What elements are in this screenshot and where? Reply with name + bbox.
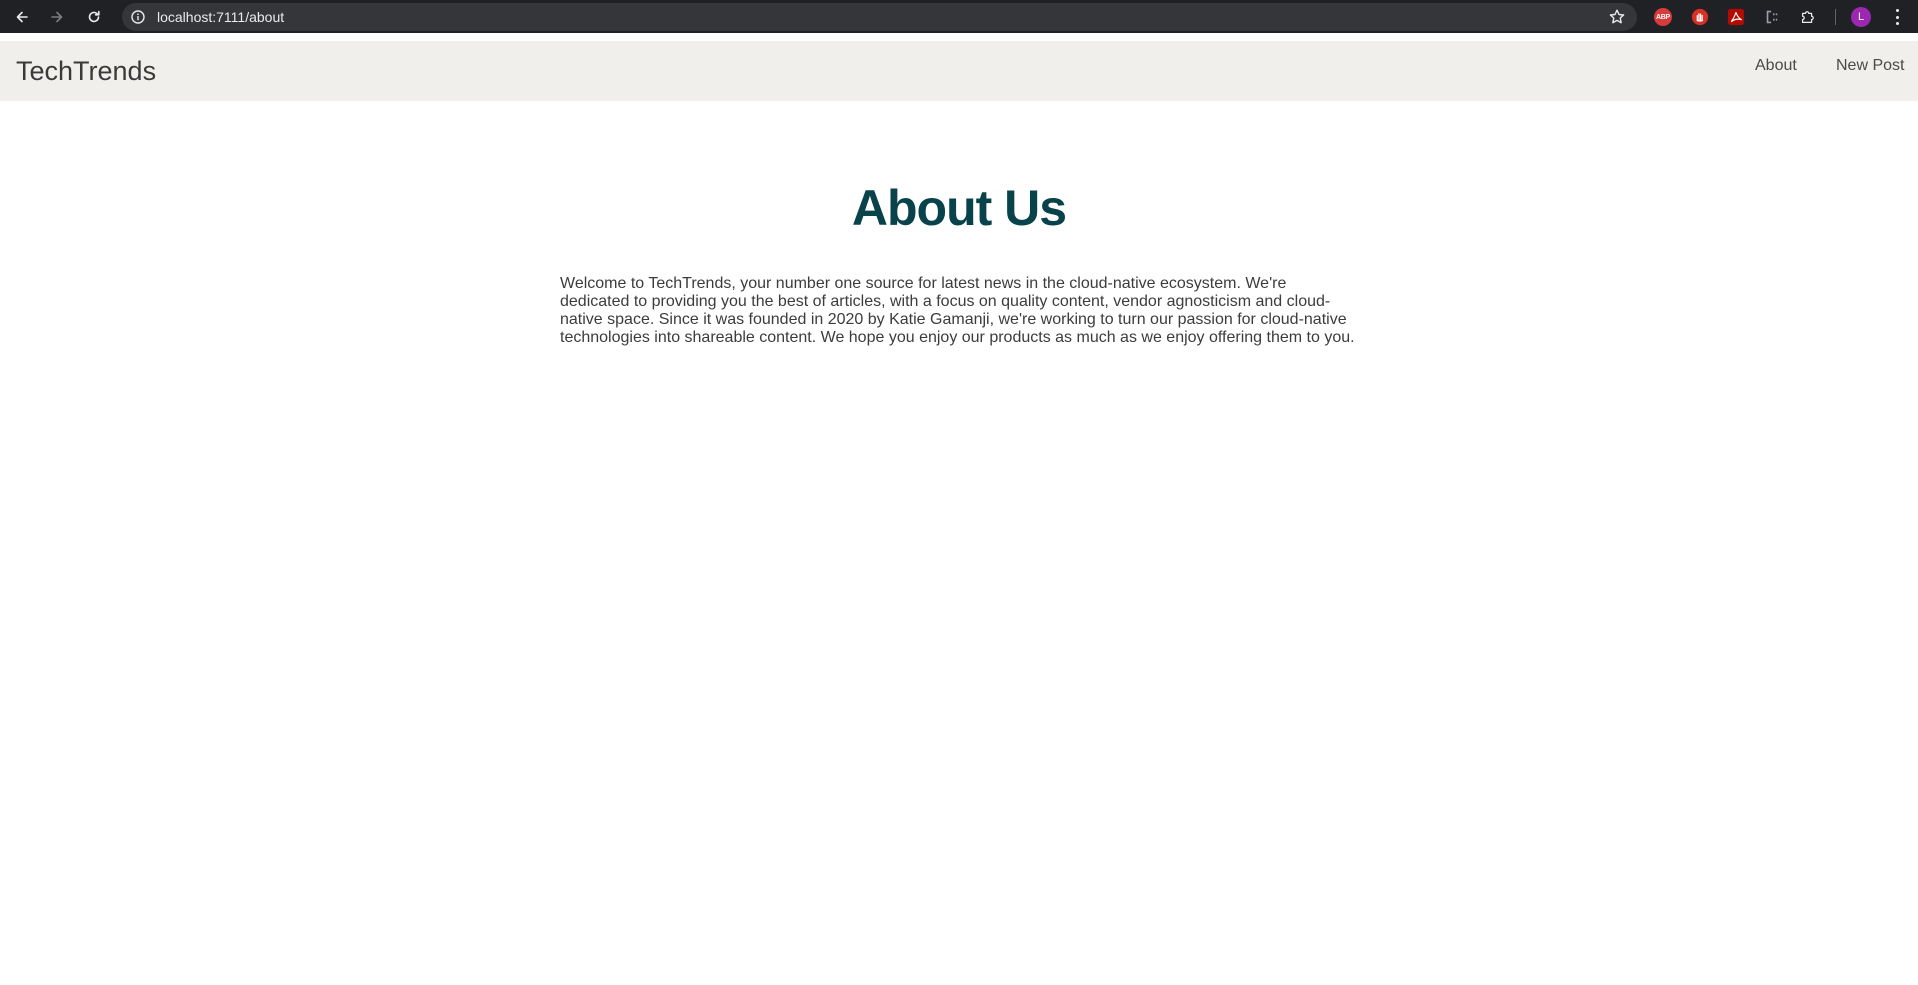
extensions-button[interactable] xyxy=(1798,7,1818,27)
about-paragraph: Welcome to TechTrends, your number one s… xyxy=(560,275,1355,346)
bracket-icon xyxy=(1766,10,1778,24)
bookmark-star-icon[interactable] xyxy=(1608,8,1626,26)
forward-button[interactable] xyxy=(46,6,68,28)
arrow-left-icon xyxy=(16,11,28,23)
nav-link-new-post[interactable]: New Post xyxy=(1836,56,1904,76)
reload-icon xyxy=(88,10,100,23)
address-bar[interactable]: localhost:7111/about xyxy=(122,3,1637,31)
adblock-plus-icon[interactable]: ABP xyxy=(1654,8,1672,26)
code-extension-icon[interactable] xyxy=(1762,7,1782,27)
toolbar-divider xyxy=(1835,9,1836,25)
brand-link[interactable]: TechTrends xyxy=(16,56,156,86)
pdf-extension-icon[interactable] xyxy=(1726,7,1746,27)
browser-toolbar: localhost:7111/about ABP L xyxy=(0,0,1918,33)
hand-icon xyxy=(1691,8,1709,26)
browser-menu-icon[interactable] xyxy=(1891,8,1903,26)
acrobat-icon xyxy=(1727,8,1745,26)
reload-button[interactable] xyxy=(83,6,105,28)
page-title: About Us xyxy=(851,180,1067,236)
avatar-initial: L xyxy=(1857,11,1865,23)
url-text[interactable]: localhost:7111/about xyxy=(157,9,284,25)
site-navbar: TechTrends About New Post xyxy=(0,41,1918,101)
site-info-icon[interactable] xyxy=(130,9,146,25)
profile-avatar[interactable]: L xyxy=(1851,7,1871,27)
arrow-right-icon xyxy=(51,11,63,23)
nav-link-about[interactable]: About xyxy=(1755,56,1797,76)
adblock-plus-label: ABP xyxy=(1656,13,1670,21)
back-button[interactable] xyxy=(11,6,33,28)
stop-hand-extension-icon[interactable] xyxy=(1690,7,1710,27)
puzzle-icon xyxy=(1801,11,1814,24)
